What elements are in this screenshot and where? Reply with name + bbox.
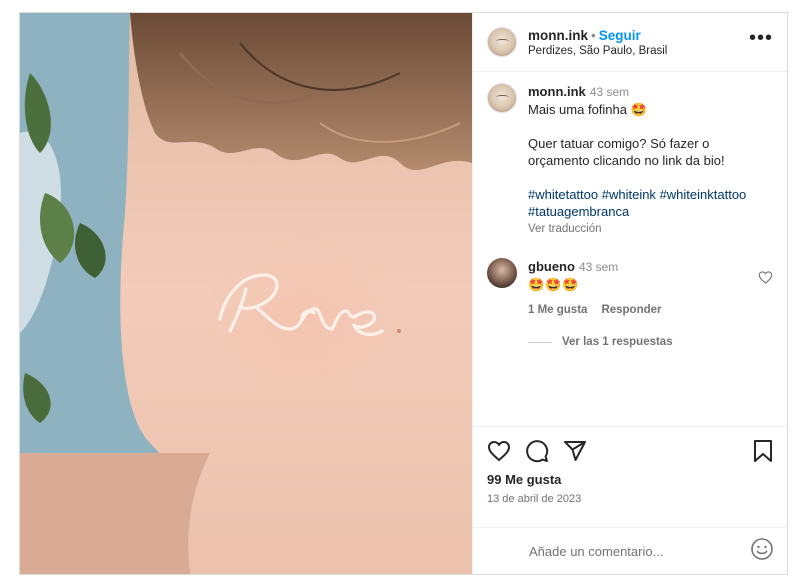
- author-username[interactable]: monn.ink: [528, 28, 588, 43]
- hashtag-link[interactable]: #whitetattoo: [528, 187, 598, 202]
- caption-line-1: Mais uma fofinha 🤩: [528, 102, 647, 117]
- comment-row: gbueno 43 sem 🤩🤩🤩 1 Me gusta Responder: [487, 258, 773, 319]
- hashtag-link[interactable]: #whiteinktattoo: [660, 187, 747, 202]
- commenter-avatar[interactable]: [487, 258, 517, 288]
- post-container: monn.ink • Seguir Perdizes, São Paulo, Bra…: [19, 12, 788, 575]
- commenter-username[interactable]: gbueno: [528, 259, 575, 274]
- add-comment-bar: [473, 527, 788, 574]
- comment-heart-icon[interactable]: [758, 270, 773, 290]
- view-replies-link[interactable]: Ver las 1 respuestas: [528, 336, 773, 348]
- follow-button[interactable]: Seguir: [599, 28, 641, 43]
- comment-bubble-icon[interactable]: [525, 439, 549, 463]
- comment-input[interactable]: [529, 543, 750, 559]
- tattoo-photo: [20, 13, 472, 574]
- caption-avatar[interactable]: [487, 83, 517, 113]
- reply-button[interactable]: Responder: [601, 304, 661, 316]
- caption-line-2: Quer tatuar comigo? Só fazer o orçamento…: [528, 136, 725, 168]
- post-location[interactable]: Perdizes, São Paulo, Brasil: [528, 45, 749, 57]
- author-avatar[interactable]: [487, 27, 517, 57]
- caption-row: monn.ink 43 sem Mais uma fofinha 🤩 Quer t…: [487, 83, 773, 238]
- caption-hashtags: #whitetattoo #whiteink #whiteinktattoo #…: [528, 186, 773, 220]
- action-bar: 99 Me gusta 13 de abril de 2023: [473, 426, 788, 505]
- see-translation-link[interactable]: Ver traducción: [528, 221, 773, 238]
- hashtag-link[interactable]: #tatuagembranca: [528, 204, 629, 219]
- comment-likes[interactable]: 1 Me gusta: [528, 304, 587, 316]
- post-date[interactable]: 13 de abril de 2023: [487, 493, 774, 505]
- comment-time: 43 sem: [578, 260, 619, 274]
- comment-text: 🤩🤩🤩: [528, 277, 580, 292]
- separator-dot: •: [591, 27, 596, 43]
- caption-time: 43 sem: [589, 85, 630, 99]
- share-send-icon[interactable]: [563, 439, 587, 463]
- post-sidebar: monn.ink • Seguir Perdizes, São Paulo, Bra…: [472, 13, 788, 574]
- comments-section: monn.ink 43 sem Mais uma fofinha 🤩 Quer t…: [473, 72, 787, 348]
- post-image[interactable]: [20, 13, 472, 574]
- hashtag-link[interactable]: #whiteink: [602, 187, 656, 202]
- like-heart-icon[interactable]: [487, 439, 511, 463]
- post-header: monn.ink • Seguir Perdizes, São Paulo, Bra…: [473, 13, 787, 72]
- save-bookmark-icon[interactable]: [752, 439, 774, 463]
- emoji-smiley-icon[interactable]: [750, 537, 774, 566]
- likes-count[interactable]: 99 Me gusta: [487, 472, 774, 487]
- more-options-icon[interactable]: •••: [749, 28, 773, 51]
- caption-username[interactable]: monn.ink: [528, 84, 586, 99]
